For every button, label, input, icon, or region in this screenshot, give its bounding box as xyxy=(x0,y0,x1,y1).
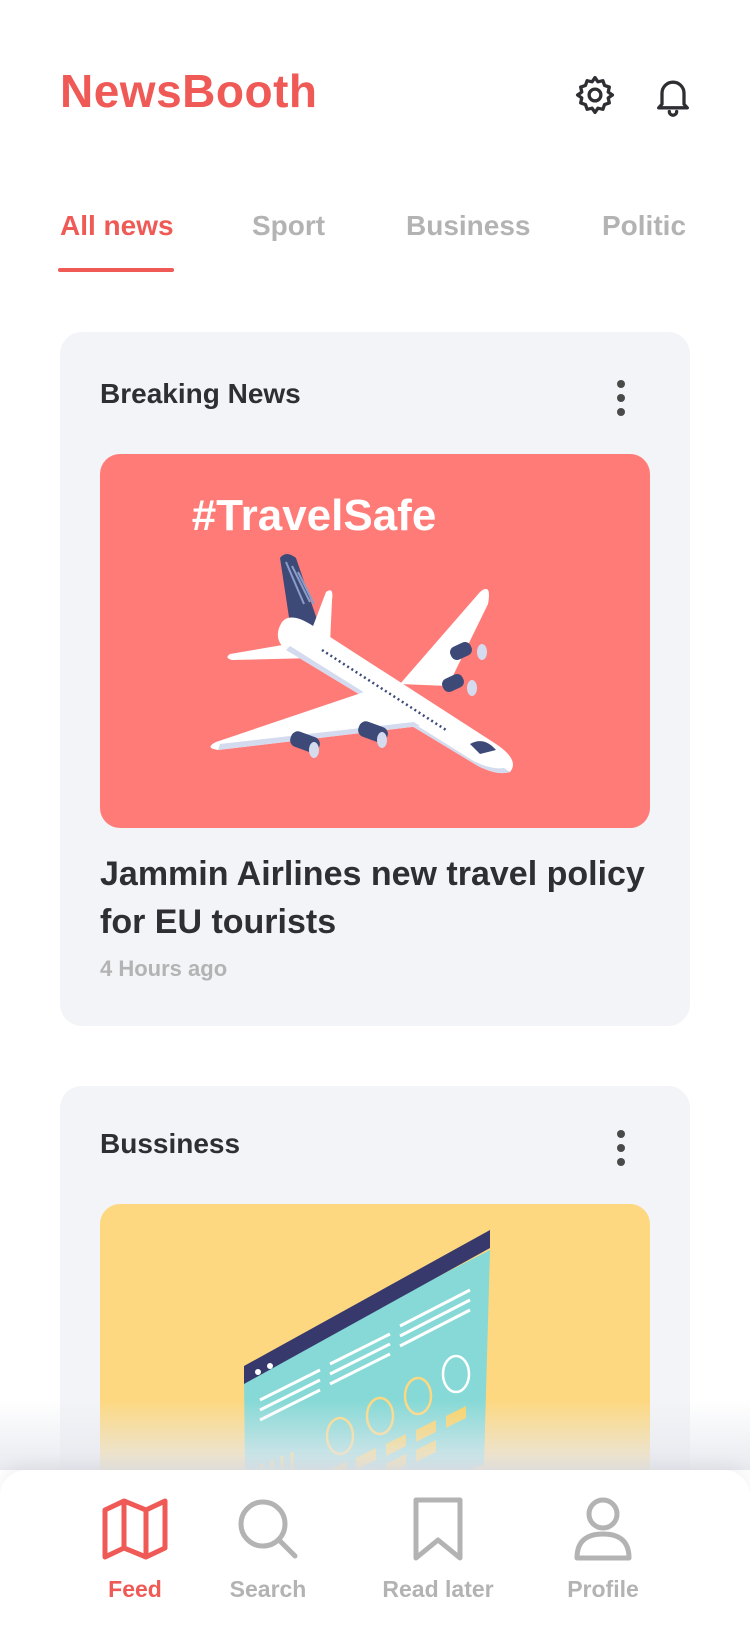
card-category: Bussiness xyxy=(100,1128,241,1159)
image-caption: #TravelSafe xyxy=(192,491,437,540)
tab-all-news[interactable]: All news xyxy=(60,210,174,242)
nav-read-later[interactable]: Read later xyxy=(358,1496,518,1616)
tab-business[interactable]: Business xyxy=(406,210,531,242)
search-icon xyxy=(238,1499,298,1559)
nav-label: Read later xyxy=(382,1576,494,1602)
airplane-illustration: #TravelSafe xyxy=(192,491,513,774)
card-category: Breaking News xyxy=(100,378,301,409)
more-options-button[interactable] xyxy=(614,380,628,416)
nav-label: Search xyxy=(229,1576,307,1602)
news-headline[interactable]: Jammin Airlines new travel policy for EU… xyxy=(100,850,660,946)
bottom-navigation: Feed Search Read later Profile xyxy=(0,1470,750,1630)
nav-label: Profile xyxy=(567,1576,639,1602)
map-icon xyxy=(102,1498,168,1560)
bottom-fade xyxy=(0,1400,750,1470)
news-card[interactable]: Breaking News #TravelSafe Jammin Airline… xyxy=(60,332,690,1026)
news-image[interactable]: #TravelSafe xyxy=(100,454,650,828)
bookmark-icon xyxy=(413,1497,463,1561)
profile-icon xyxy=(574,1497,632,1561)
app-title: NewsBooth xyxy=(60,65,318,117)
tab-sport[interactable]: Sport xyxy=(252,210,325,242)
gear-icon xyxy=(575,75,615,115)
bell-icon xyxy=(657,80,689,117)
nav-search[interactable]: Search xyxy=(188,1496,348,1616)
nav-profile[interactable]: Profile xyxy=(523,1496,683,1616)
settings-button[interactable] xyxy=(570,70,620,120)
app-header: NewsBooth xyxy=(0,0,750,190)
news-time: 4 Hours ago xyxy=(100,956,228,981)
more-options-button[interactable] xyxy=(614,1130,628,1166)
active-tab-indicator xyxy=(58,268,174,272)
tab-politic[interactable]: Politic xyxy=(602,210,686,242)
notifications-button[interactable] xyxy=(648,70,698,120)
